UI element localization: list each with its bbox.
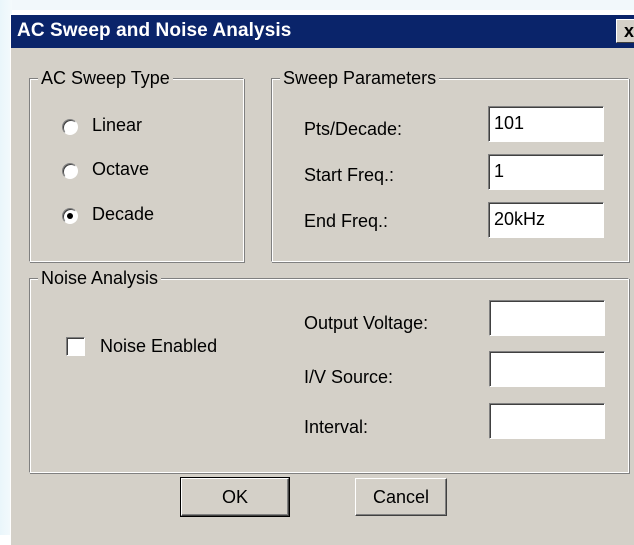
pts-decade-input[interactable]: 101 xyxy=(488,106,604,142)
ac-sweep-type-legend: AC Sweep Type xyxy=(38,67,173,89)
radio-selected-dot xyxy=(67,213,73,219)
radio-button-octave[interactable] xyxy=(62,163,78,179)
interval-input[interactable] xyxy=(489,403,605,439)
iv-source-input[interactable] xyxy=(489,351,605,387)
output-voltage-input[interactable] xyxy=(489,300,605,336)
noise-analysis-legend: Noise Analysis xyxy=(38,267,162,289)
radio-label-decade[interactable]: Decade xyxy=(92,203,154,225)
interval-label: Interval: xyxy=(304,417,369,437)
start-freq-label: Start Freq.: xyxy=(304,165,395,185)
ac-sweep-type-group: AC Sweep Type Linear Octave Decade xyxy=(29,67,244,262)
close-button[interactable]: x xyxy=(616,19,634,43)
noise-enabled-label[interactable]: Noise Enabled xyxy=(100,335,217,357)
ok-button[interactable]: OK xyxy=(180,477,290,517)
cancel-button[interactable]: Cancel xyxy=(355,478,447,516)
noise-enabled-checkbox[interactable] xyxy=(66,337,85,356)
start-freq-input[interactable]: 1 xyxy=(488,154,604,190)
noise-analysis-group: Noise Analysis Noise Enabled Output Volt… xyxy=(29,267,629,473)
end-freq-input[interactable]: 20kHz xyxy=(488,202,604,238)
dialog-window: AC Sweep and Noise Analysis x AC Sweep T… xyxy=(10,14,634,545)
pts-decade-label: Pts/Decade: xyxy=(304,119,403,139)
radio-label-octave[interactable]: Octave xyxy=(92,158,149,180)
radio-label-linear[interactable]: Linear xyxy=(92,114,142,136)
output-voltage-label: Output Voltage: xyxy=(304,313,429,333)
radio-button-linear[interactable] xyxy=(62,119,78,135)
window-title: AC Sweep and Noise Analysis xyxy=(17,20,292,41)
sweep-parameters-legend: Sweep Parameters xyxy=(280,67,440,89)
background-strip-top xyxy=(0,0,634,10)
sweep-parameters-group: Sweep Parameters Pts/Decade: 101 Start F… xyxy=(271,67,629,262)
iv-source-label: I/V Source: xyxy=(304,367,394,387)
title-bar[interactable]: AC Sweep and Noise Analysis x xyxy=(11,15,634,48)
radio-button-decade[interactable] xyxy=(62,208,78,224)
end-freq-label: End Freq.: xyxy=(304,211,389,231)
close-icon: x xyxy=(624,21,634,41)
